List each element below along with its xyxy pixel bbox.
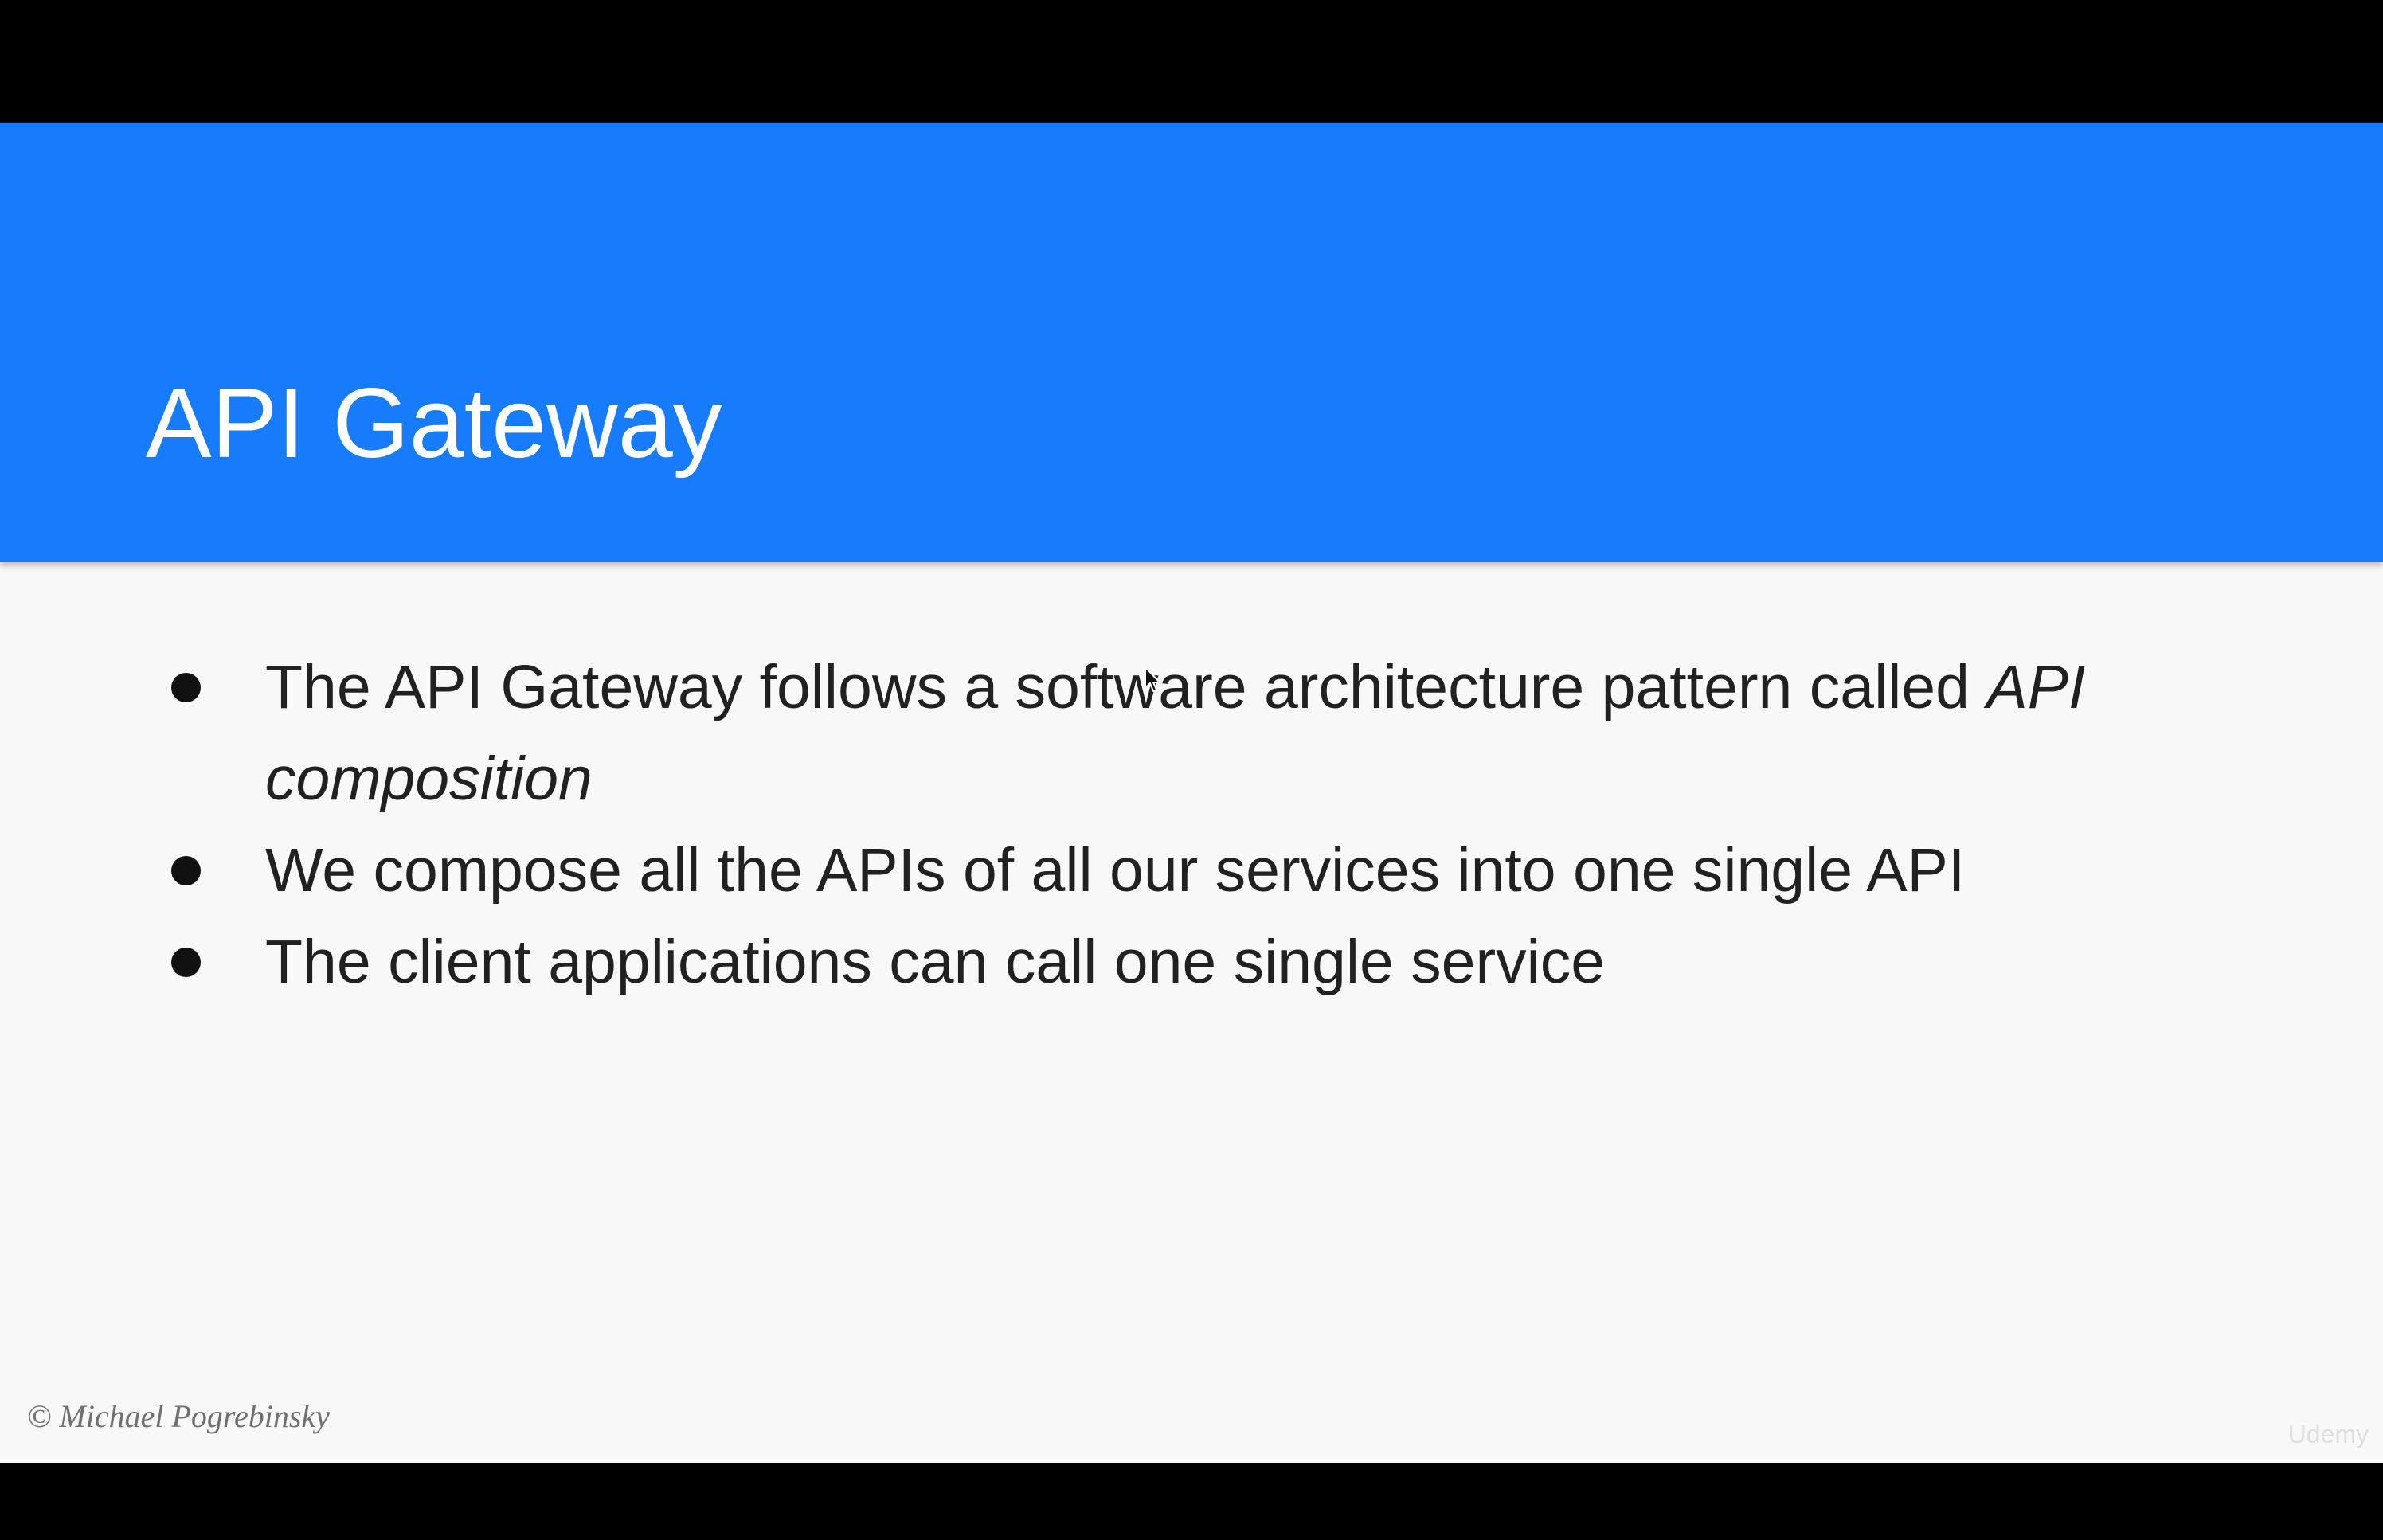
- video-frame: API Gateway The API Gateway follows a so…: [0, 0, 2383, 1540]
- bullet-text: We compose all the APIs of all our servi…: [265, 836, 1966, 905]
- presentation-slide: API Gateway The API Gateway follows a so…: [0, 123, 2383, 1463]
- bullet-item: The API Gateway follows a software archi…: [166, 642, 2268, 825]
- copyright-notice: © Michael Pogrebinsky: [27, 1398, 330, 1434]
- bullet-item: The client applications can call one sin…: [166, 917, 2268, 1008]
- bullet-item: We compose all the APIs of all our servi…: [166, 825, 2268, 917]
- udemy-watermark: Udemy: [2287, 1420, 2369, 1448]
- bullet-text: The API Gateway follows a software archi…: [265, 653, 1987, 721]
- bullet-text: The client applications can call one sin…: [265, 928, 1606, 996]
- bullet-dot-icon: [171, 948, 201, 977]
- slide-header: API Gateway: [0, 123, 2383, 562]
- bullet-list: The API Gateway follows a software archi…: [166, 642, 2268, 1008]
- bullet-dot-icon: [171, 856, 201, 885]
- bullet-dot-icon: [171, 673, 201, 702]
- slide-title: API Gateway: [146, 369, 722, 479]
